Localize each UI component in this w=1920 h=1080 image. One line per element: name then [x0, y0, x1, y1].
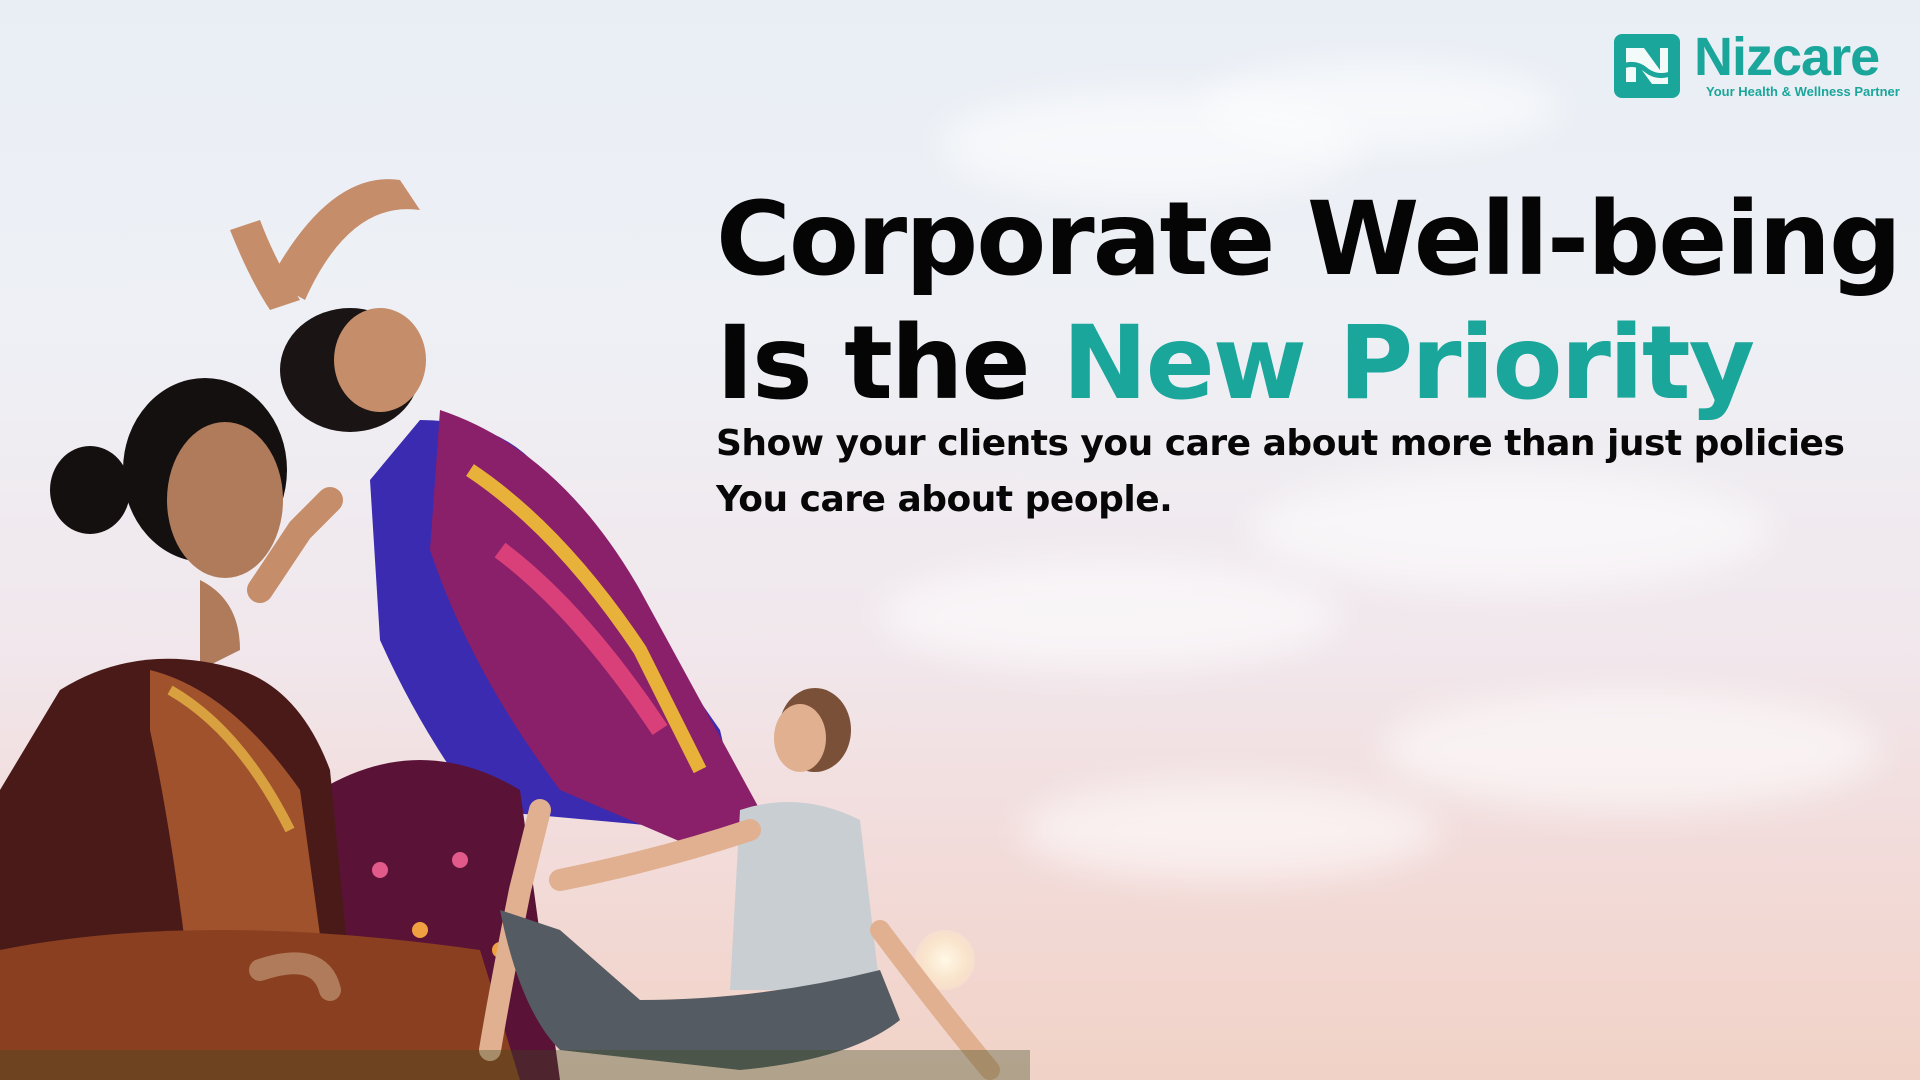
nizcare-mark-icon: [1614, 34, 1680, 98]
brand-name: Nizcare: [1694, 27, 1880, 87]
headline-accent: New Priority: [1062, 304, 1755, 423]
yoga-women-photo-icon: [0, 179, 1030, 1080]
cloud-decoration: [1380, 690, 1880, 810]
brand-tagline: Your Health & Wellness Partner: [1706, 84, 1900, 99]
brand-logo[interactable]: Nizcare Your Health & Wellness Partner: [1614, 27, 1900, 102]
cloud-decoration: [1020, 780, 1440, 880]
cloud-decoration: [1200, 60, 1560, 150]
